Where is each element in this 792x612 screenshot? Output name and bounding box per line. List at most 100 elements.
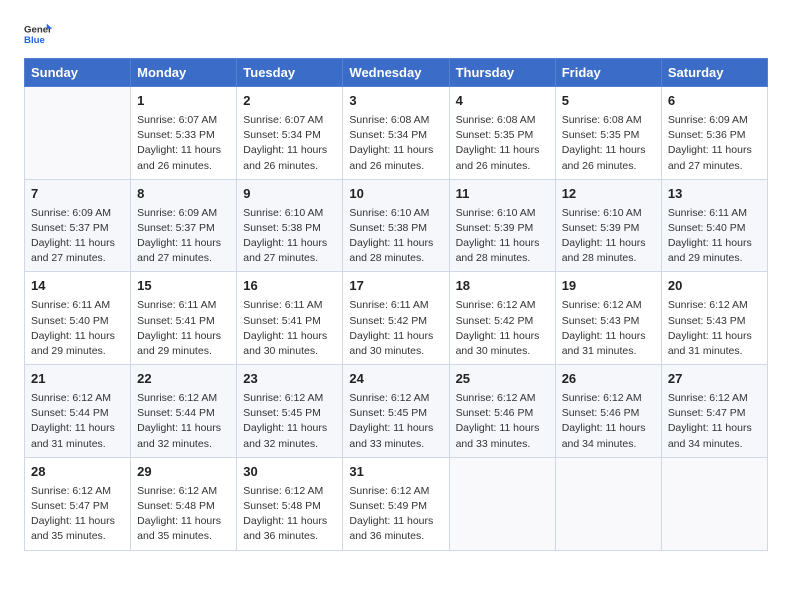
day-info-line: Sunset: 5:40 PM xyxy=(668,221,761,236)
svg-text:Blue: Blue xyxy=(24,35,45,46)
day-info-line: Daylight: 11 hours xyxy=(137,514,230,529)
calendar-cell: 14Sunrise: 6:11 AMSunset: 5:40 PMDayligh… xyxy=(25,272,131,365)
calendar-cell: 23Sunrise: 6:12 AMSunset: 5:45 PMDayligh… xyxy=(237,365,343,458)
day-info-line: Sunset: 5:44 PM xyxy=(137,406,230,421)
day-info-line: Sunset: 5:49 PM xyxy=(349,499,442,514)
day-info-line: Sunset: 5:43 PM xyxy=(562,314,655,329)
day-number: 24 xyxy=(349,370,442,389)
day-info-line: Sunrise: 6:12 AM xyxy=(243,391,336,406)
day-number: 22 xyxy=(137,370,230,389)
calendar-cell: 5Sunrise: 6:08 AMSunset: 5:35 PMDaylight… xyxy=(555,87,661,180)
calendar-cell xyxy=(661,457,767,550)
day-info-line: Sunset: 5:46 PM xyxy=(562,406,655,421)
day-info-line: Sunset: 5:47 PM xyxy=(31,499,124,514)
day-info-line: Daylight: 11 hours xyxy=(31,236,124,251)
day-info-line: Daylight: 11 hours xyxy=(349,329,442,344)
day-info-line: Sunrise: 6:12 AM xyxy=(349,484,442,499)
day-info-line: and 31 minutes. xyxy=(668,344,761,359)
day-info-line: Sunset: 5:35 PM xyxy=(456,128,549,143)
day-info-line: Sunset: 5:39 PM xyxy=(562,221,655,236)
calendar-cell: 24Sunrise: 6:12 AMSunset: 5:45 PMDayligh… xyxy=(343,365,449,458)
day-info-line: Sunrise: 6:09 AM xyxy=(137,206,230,221)
day-info-line: Sunrise: 6:10 AM xyxy=(456,206,549,221)
day-info-line: Sunrise: 6:12 AM xyxy=(562,298,655,313)
calendar-week-row: 28Sunrise: 6:12 AMSunset: 5:47 PMDayligh… xyxy=(25,457,768,550)
day-info-line: Sunrise: 6:12 AM xyxy=(31,484,124,499)
calendar-cell: 27Sunrise: 6:12 AMSunset: 5:47 PMDayligh… xyxy=(661,365,767,458)
day-info-line: Sunrise: 6:08 AM xyxy=(456,113,549,128)
day-info-line: Sunrise: 6:11 AM xyxy=(243,298,336,313)
day-info-line: and 33 minutes. xyxy=(349,437,442,452)
day-info-line: and 29 minutes. xyxy=(31,344,124,359)
day-number: 31 xyxy=(349,463,442,482)
day-info-line: Daylight: 11 hours xyxy=(456,421,549,436)
day-info-line: Daylight: 11 hours xyxy=(243,143,336,158)
day-info-line: and 28 minutes. xyxy=(349,251,442,266)
day-info-line: Daylight: 11 hours xyxy=(562,421,655,436)
day-info-line: Daylight: 11 hours xyxy=(31,421,124,436)
day-info-line: Daylight: 11 hours xyxy=(243,329,336,344)
day-info-line: Daylight: 11 hours xyxy=(668,236,761,251)
day-info-line: Daylight: 11 hours xyxy=(349,143,442,158)
day-number: 29 xyxy=(137,463,230,482)
day-info-line: Sunset: 5:33 PM xyxy=(137,128,230,143)
day-info-line: Daylight: 11 hours xyxy=(349,421,442,436)
day-number: 2 xyxy=(243,92,336,111)
calendar-cell: 16Sunrise: 6:11 AMSunset: 5:41 PMDayligh… xyxy=(237,272,343,365)
day-info-line: Sunrise: 6:12 AM xyxy=(668,391,761,406)
day-info-line: Sunrise: 6:11 AM xyxy=(349,298,442,313)
day-info-line: Daylight: 11 hours xyxy=(562,143,655,158)
day-info-line: Daylight: 11 hours xyxy=(456,329,549,344)
calendar-cell: 2Sunrise: 6:07 AMSunset: 5:34 PMDaylight… xyxy=(237,87,343,180)
day-number: 12 xyxy=(562,185,655,204)
day-info-line: Sunset: 5:42 PM xyxy=(456,314,549,329)
day-info-line: Sunrise: 6:11 AM xyxy=(31,298,124,313)
day-info-line: Sunrise: 6:07 AM xyxy=(137,113,230,128)
day-number: 15 xyxy=(137,277,230,296)
calendar-week-row: 14Sunrise: 6:11 AMSunset: 5:40 PMDayligh… xyxy=(25,272,768,365)
day-number: 26 xyxy=(562,370,655,389)
calendar-week-row: 21Sunrise: 6:12 AMSunset: 5:44 PMDayligh… xyxy=(25,365,768,458)
day-info-line: Sunrise: 6:11 AM xyxy=(137,298,230,313)
calendar-cell xyxy=(555,457,661,550)
day-info-line: and 30 minutes. xyxy=(456,344,549,359)
calendar-cell: 3Sunrise: 6:08 AMSunset: 5:34 PMDaylight… xyxy=(343,87,449,180)
day-info-line: and 28 minutes. xyxy=(562,251,655,266)
calendar-cell: 9Sunrise: 6:10 AMSunset: 5:38 PMDaylight… xyxy=(237,179,343,272)
calendar-cell: 7Sunrise: 6:09 AMSunset: 5:37 PMDaylight… xyxy=(25,179,131,272)
day-info-line: and 30 minutes. xyxy=(243,344,336,359)
day-info-line: and 30 minutes. xyxy=(349,344,442,359)
day-info-line: Sunset: 5:45 PM xyxy=(243,406,336,421)
day-info-line: Daylight: 11 hours xyxy=(562,236,655,251)
day-info-line: and 29 minutes. xyxy=(668,251,761,266)
day-info-line: Sunrise: 6:12 AM xyxy=(137,484,230,499)
day-info-line: Daylight: 11 hours xyxy=(31,329,124,344)
day-info-line: and 27 minutes. xyxy=(668,159,761,174)
day-info-line: Sunset: 5:43 PM xyxy=(668,314,761,329)
calendar-header-day: Monday xyxy=(131,59,237,87)
day-info-line: and 27 minutes. xyxy=(31,251,124,266)
day-info-line: Sunset: 5:48 PM xyxy=(243,499,336,514)
calendar-header-day: Saturday xyxy=(661,59,767,87)
day-info-line: Sunset: 5:34 PM xyxy=(349,128,442,143)
day-info-line: Sunset: 5:41 PM xyxy=(137,314,230,329)
day-info-line: Sunrise: 6:12 AM xyxy=(562,391,655,406)
day-info-line: Sunset: 5:37 PM xyxy=(137,221,230,236)
calendar-header-day: Sunday xyxy=(25,59,131,87)
calendar-cell: 20Sunrise: 6:12 AMSunset: 5:43 PMDayligh… xyxy=(661,272,767,365)
day-info-line: Daylight: 11 hours xyxy=(137,236,230,251)
calendar-cell: 29Sunrise: 6:12 AMSunset: 5:48 PMDayligh… xyxy=(131,457,237,550)
day-info-line: Sunrise: 6:12 AM xyxy=(456,298,549,313)
calendar-cell: 17Sunrise: 6:11 AMSunset: 5:42 PMDayligh… xyxy=(343,272,449,365)
calendar-cell: 25Sunrise: 6:12 AMSunset: 5:46 PMDayligh… xyxy=(449,365,555,458)
calendar-header-day: Friday xyxy=(555,59,661,87)
day-number: 25 xyxy=(456,370,549,389)
logo-icon: General Blue xyxy=(24,20,52,48)
day-info-line: Daylight: 11 hours xyxy=(562,329,655,344)
day-info-line: Sunset: 5:37 PM xyxy=(31,221,124,236)
calendar-cell: 21Sunrise: 6:12 AMSunset: 5:44 PMDayligh… xyxy=(25,365,131,458)
day-info-line: Sunset: 5:38 PM xyxy=(349,221,442,236)
day-number: 7 xyxy=(31,185,124,204)
day-info-line: Daylight: 11 hours xyxy=(243,236,336,251)
day-number: 4 xyxy=(456,92,549,111)
